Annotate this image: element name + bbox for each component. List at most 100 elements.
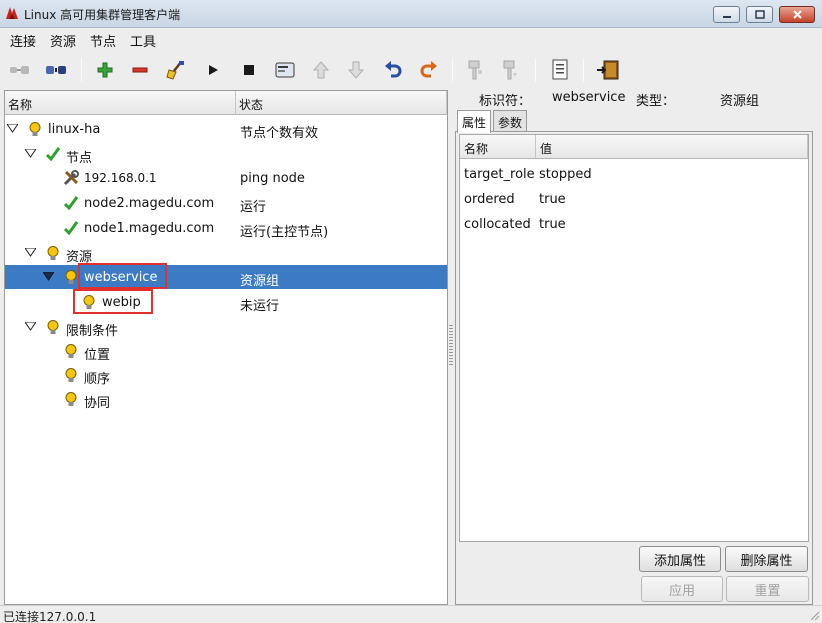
id-label: 标识符： bbox=[479, 94, 532, 109]
tab-properties[interactable]: 属性 bbox=[457, 110, 492, 133]
apply-button[interactable]: 应用 bbox=[641, 576, 723, 602]
tree-column-name[interactable]: 名称 bbox=[5, 91, 236, 115]
minus-icon bbox=[132, 67, 148, 73]
prop-value[interactable]: true bbox=[539, 192, 566, 207]
properties-table[interactable]: 名称 值 target_role stopped ordered true co… bbox=[459, 134, 809, 542]
tree-row-location[interactable]: 位置 bbox=[5, 339, 447, 363]
tree-label: 协同 bbox=[84, 396, 111, 411]
delete-property-button[interactable]: 删除属性 bbox=[725, 546, 808, 572]
terminal-window-icon bbox=[275, 62, 295, 78]
tree-status: 运行(主控节点) bbox=[240, 225, 329, 240]
arrow-down-icon bbox=[348, 61, 364, 79]
menu-connect[interactable]: 连接 bbox=[10, 31, 36, 50]
minimize-icon bbox=[722, 15, 731, 18]
tree-row-constraints[interactable]: 限制条件 bbox=[5, 315, 447, 339]
play-icon bbox=[209, 65, 218, 75]
prop-value[interactable]: stopped bbox=[539, 167, 592, 182]
menu-tools[interactable]: 工具 bbox=[130, 31, 156, 50]
log-button[interactable] bbox=[547, 58, 573, 82]
lightbulb-icon bbox=[47, 320, 59, 334]
prop-column-value[interactable]: 值 bbox=[536, 135, 808, 159]
document-icon bbox=[552, 59, 568, 80]
exit-button[interactable] bbox=[595, 58, 621, 82]
splitter-grip[interactable] bbox=[449, 325, 453, 365]
connection-status: 已连接127.0.0.1 bbox=[3, 610, 97, 623]
move-down-button[interactable] bbox=[343, 58, 369, 82]
add-button[interactable] bbox=[92, 58, 118, 82]
node-standby-button[interactable] bbox=[462, 58, 488, 82]
prop-name[interactable]: target_role bbox=[464, 167, 535, 182]
remove-button[interactable] bbox=[127, 58, 153, 82]
window-title: Linux 高可用集群管理客户端 bbox=[24, 8, 181, 22]
connect-button[interactable] bbox=[7, 58, 33, 82]
stop-button[interactable] bbox=[236, 58, 262, 82]
expand-arrow-icon[interactable] bbox=[25, 248, 36, 257]
arrow-up-icon bbox=[313, 61, 329, 79]
tree-status: 未运行 bbox=[240, 299, 280, 314]
tab-parameters[interactable]: 参数 bbox=[493, 110, 528, 132]
pane-splitter[interactable] bbox=[448, 90, 454, 605]
cluster-tree[interactable]: 名称 状态 linux-ha 节点个数有效 节点 192.168.0.1 pin… bbox=[4, 90, 448, 605]
tree-column-status[interactable]: 状态 bbox=[236, 91, 447, 115]
plug-connect-icon bbox=[10, 66, 29, 74]
id-value: webservice bbox=[552, 90, 626, 105]
tree-row-order[interactable]: 顺序 bbox=[5, 363, 447, 387]
lightbulb-icon bbox=[65, 368, 77, 382]
node-standby-icon bbox=[468, 60, 482, 80]
tree-status: 运行 bbox=[240, 200, 267, 215]
menu-node[interactable]: 节点 bbox=[90, 31, 116, 50]
tree-row-ping-node[interactable]: 192.168.0.1 ping node bbox=[5, 166, 447, 190]
menu-resource[interactable]: 资源 bbox=[50, 31, 76, 50]
expand-arrow-icon[interactable] bbox=[25, 149, 36, 158]
tree-row-webip[interactable]: webip 未运行 bbox=[5, 290, 447, 314]
redo-icon bbox=[420, 61, 437, 78]
expand-arrow-icon[interactable] bbox=[7, 124, 18, 133]
tree-row-nodes[interactable]: 节点 bbox=[5, 142, 447, 166]
type-value: 资源组 bbox=[720, 94, 760, 109]
tree-label: linux-ha bbox=[48, 122, 101, 137]
move-up-button[interactable] bbox=[308, 58, 334, 82]
status-bar: 已连接127.0.0.1 bbox=[0, 605, 822, 623]
title-bar[interactable]: Linux 高可用集群管理客户端 bbox=[0, 0, 822, 28]
disconnect-button[interactable] bbox=[43, 58, 69, 82]
plus-icon bbox=[97, 62, 113, 78]
tree-label: 顺序 bbox=[84, 372, 111, 387]
maximize-button[interactable] bbox=[746, 6, 773, 23]
maximize-icon bbox=[754, 10, 765, 19]
tree-status: 资源组 bbox=[240, 274, 280, 289]
lightbulb-icon bbox=[65, 270, 77, 284]
default-button[interactable] bbox=[272, 58, 298, 82]
tree-label: node2.magedu.com bbox=[84, 196, 215, 211]
prop-name[interactable]: ordered bbox=[464, 192, 515, 207]
tree-row-cluster[interactable]: linux-ha 节点个数有效 bbox=[5, 117, 447, 141]
tree-row-resources[interactable]: 资源 bbox=[5, 241, 447, 265]
expand-arrow-icon[interactable] bbox=[25, 322, 36, 331]
tree-status: 节点个数有效 bbox=[240, 126, 319, 141]
undo-button[interactable] bbox=[380, 58, 406, 82]
resize-grip-icon[interactable] bbox=[808, 609, 820, 621]
tree-label: 位置 bbox=[84, 348, 111, 363]
expand-arrow-icon[interactable] bbox=[43, 272, 54, 281]
redo-button[interactable] bbox=[416, 58, 442, 82]
prop-value[interactable]: true bbox=[539, 217, 566, 232]
minimize-button[interactable] bbox=[713, 6, 740, 23]
tree-row-node1[interactable]: node1.magedu.com 运行(主控节点) bbox=[5, 216, 447, 240]
prop-name[interactable]: collocated bbox=[464, 217, 531, 232]
close-icon bbox=[792, 10, 802, 19]
start-button[interactable] bbox=[200, 58, 226, 82]
node-active-button[interactable] bbox=[497, 58, 523, 82]
highlight-box-webservice bbox=[78, 263, 167, 289]
details-panel: 标识符： webservice 类型： 资源组 属性 参数 名称 值 targe… bbox=[455, 90, 813, 605]
add-property-button[interactable]: 添加属性 bbox=[639, 546, 721, 572]
tree-row-node2[interactable]: node2.magedu.com 运行 bbox=[5, 191, 447, 215]
green-check-icon bbox=[45, 147, 61, 162]
prop-column-name[interactable]: 名称 bbox=[460, 135, 536, 159]
close-button[interactable] bbox=[779, 6, 815, 23]
tree-label: 限制条件 bbox=[66, 324, 119, 339]
reset-button[interactable]: 重置 bbox=[726, 576, 809, 602]
cleanup-button[interactable] bbox=[163, 58, 189, 82]
tree-row-colocation[interactable]: 协同 bbox=[5, 387, 447, 411]
stop-icon bbox=[244, 65, 254, 75]
tree-row-webservice[interactable]: webservice 资源组 bbox=[5, 265, 447, 289]
lightbulb-icon bbox=[29, 122, 41, 136]
